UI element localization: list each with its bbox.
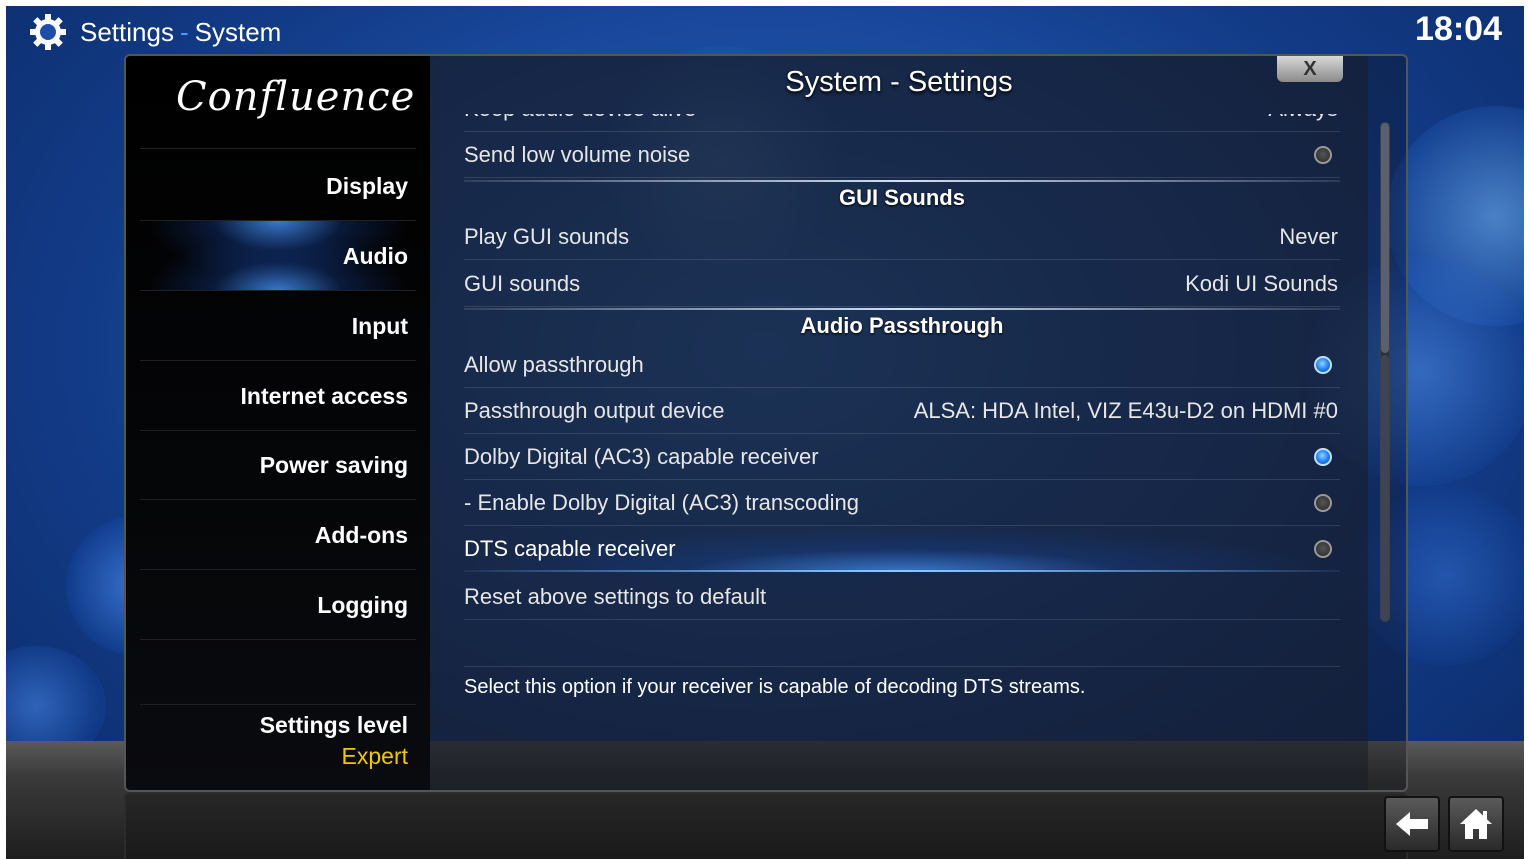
radio-on-icon — [1314, 448, 1332, 466]
page-title: System - Settings — [785, 66, 1013, 98]
setting-value: ALSA: HDA Intel, VIZ E43u-D2 on HDMI #0 — [913, 398, 1338, 423]
settings-level-value: Expert — [341, 743, 408, 769]
window-title: Settings - System — [28, 14, 281, 50]
title-section: Settings — [80, 16, 174, 47]
gear-icon — [30, 14, 66, 50]
setting-label: Reset above settings to default — [464, 584, 767, 609]
setting-label: - Enable Dolby Digital (AC3) transcoding — [464, 490, 859, 515]
back-arrow-icon — [1396, 812, 1428, 836]
setting-send-low-volume-noise[interactable]: Send low volume noise — [464, 132, 1340, 178]
setting-label: Allow passthrough — [464, 352, 644, 377]
setting-enable-dolby-digital-transcoding[interactable]: - Enable Dolby Digital (AC3) transcoding — [464, 480, 1340, 526]
sidebar: Confluence Display Audio Input Internet … — [126, 56, 430, 790]
setting-keep-audio-device-alive[interactable]: Keep audio device alive Always — [464, 114, 1340, 132]
scrollbar[interactable] — [1380, 122, 1390, 622]
sidebar-item-add-ons[interactable]: Add-ons — [126, 500, 430, 570]
scrollbar-track-upper — [1381, 123, 1389, 353]
setting-dts-capable-receiver[interactable]: DTS capable receiver — [464, 526, 1340, 572]
section-header-gui-sounds: GUI Sounds — [464, 180, 1340, 216]
settings-list: Keep audio device alive Always Send low … — [464, 114, 1340, 650]
sidebar-item-internet-access[interactable]: Internet access — [126, 361, 430, 431]
setting-value: Kodi UI Sounds — [1185, 271, 1338, 296]
sidebar-item-logging[interactable]: Logging — [126, 570, 430, 640]
setting-label: Play GUI sounds — [464, 224, 630, 249]
bottom-panel — [124, 792, 1408, 859]
confluence-logo: Confluence — [176, 74, 416, 120]
settings-level-label: Settings level — [259, 712, 408, 738]
clock: 18:04 — [1415, 10, 1502, 48]
setting-label: Passthrough output device — [464, 398, 725, 423]
settings-level-button[interactable]: Settings level Expert — [260, 712, 408, 770]
setting-value: Always — [1268, 114, 1340, 122]
setting-label: Send low volume noise — [464, 142, 691, 167]
home-button[interactable] — [1448, 796, 1504, 852]
divider — [464, 666, 1340, 667]
setting-allow-passthrough[interactable]: Allow passthrough — [464, 342, 1340, 388]
setting-dolby-digital-ac3-capable-receiver[interactable]: Dolby Digital (AC3) capable receiver — [464, 434, 1340, 480]
back-button[interactable] — [1384, 796, 1440, 852]
setting-passthrough-output-device[interactable]: Passthrough output device ALSA: HDA Inte… — [464, 388, 1340, 434]
close-button[interactable]: X — [1277, 56, 1343, 82]
screen: Settings - System 18:04 Confluence Displ… — [6, 6, 1524, 859]
setting-play-gui-sounds[interactable]: Play GUI sounds Never — [464, 214, 1340, 260]
setting-gui-sounds[interactable]: GUI sounds Kodi UI Sounds — [464, 261, 1340, 307]
setting-label: Dolby Digital (AC3) capable receiver — [464, 444, 819, 469]
scrollbar-thumb[interactable] — [1381, 355, 1389, 621]
setting-label: DTS capable receiver — [464, 536, 676, 561]
setting-reset-above-settings[interactable]: Reset above settings to default — [464, 574, 1340, 620]
radio-off-icon — [1314, 494, 1332, 512]
sidebar-item-power-saving[interactable]: Power saving — [126, 430, 430, 500]
sidebar-item-input[interactable]: Input — [126, 291, 430, 361]
setting-label: Keep audio device alive — [464, 114, 696, 122]
divider — [140, 148, 416, 149]
settings-panel: Confluence Display Audio Input Internet … — [124, 54, 1408, 792]
section-header-audio-passthrough: Audio Passthrough — [464, 308, 1340, 344]
setting-label: GUI sounds — [464, 271, 581, 296]
divider — [140, 704, 416, 705]
radio-off-icon — [1314, 146, 1332, 164]
title-separator: - — [179, 16, 189, 47]
sidebar-item-audio[interactable]: Audio — [126, 221, 430, 291]
setting-description: Select this option if your receiver is c… — [464, 676, 1086, 698]
radio-off-icon — [1314, 540, 1332, 558]
close-icon: X — [1303, 57, 1317, 80]
title-subsection: System — [194, 16, 282, 47]
home-icon — [1460, 809, 1492, 839]
radio-on-icon — [1314, 356, 1332, 374]
sidebar-item-display[interactable]: Display — [126, 151, 430, 221]
setting-value: Never — [1279, 224, 1338, 249]
